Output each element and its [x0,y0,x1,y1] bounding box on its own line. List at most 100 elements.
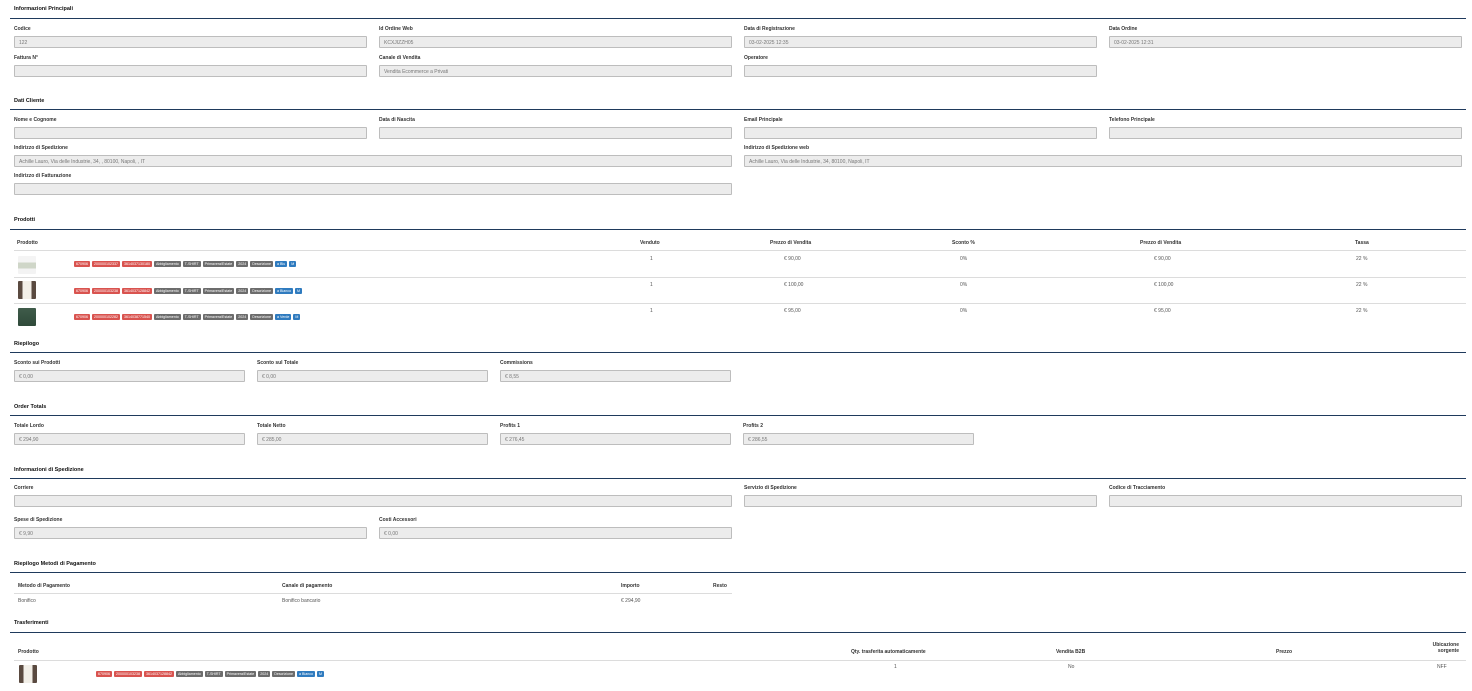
totale-netto-input[interactable]: € 285,00 [257,433,488,445]
field-label: Data di Nascita [379,117,415,123]
corriere-input[interactable] [14,495,732,507]
tag-taglia: M [293,314,301,320]
product-tags: 670906 200000102337 3614037130180 Abbigl… [74,261,297,267]
field-costi-accessori: Costi Accessori € 0,00 [379,516,732,539]
field-data-registrazione: Data di Registrazione 03-02-2025 12:35 [744,25,1097,48]
product-thumbnail[interactable] [18,256,36,274]
field-email: Email Principale [744,116,1097,139]
totale-lordo-input[interactable]: € 294,90 [14,433,245,445]
tag-categoria: Abbigliamento [153,314,181,320]
field-telefono: Telefono Principale [1109,116,1462,139]
codice-tracciamento-input[interactable] [1109,495,1462,507]
field-label: Totale Netto [257,423,286,429]
cell-prezzo-2: € 95,00 [1154,308,1171,314]
tag-taglia: M [317,671,325,677]
tag-anno: 2024 [236,261,249,267]
tag-codice: 670906 [96,671,112,677]
data-nascita-input[interactable] [379,127,732,139]
section-divider [10,352,1466,353]
cell-sconto: 0% [960,256,968,262]
tag-codice: 670906 [74,288,90,294]
field-operatore: Operatore [744,54,1097,77]
cell-venduto: 1 [650,308,653,314]
nome-cognome-input[interactable] [14,127,367,139]
data-ordine-input[interactable]: 03-02-2025 12:31 [1109,36,1462,48]
section-title-riepilogo: Riepilogo [14,341,40,347]
field-indirizzo-spedizione-web: Indirizzo di Spedizione web Achille Laur… [744,144,1462,167]
cell-ubicazione: NFF [1437,664,1447,670]
field-label: Commissions [500,360,533,366]
section-title-trasferimenti: Trasferimenti [14,620,49,626]
product-thumbnail[interactable] [19,665,37,683]
canale-vendita-input[interactable]: Vendita Ecommerce a Privati [379,65,732,77]
tag-anno: 2024 [236,314,249,320]
codice-input[interactable]: 122 [14,36,367,48]
costi-accessori-input[interactable]: € 0,00 [379,527,732,539]
cell-tassa: 22 % [1356,282,1368,288]
cell-tassa: 22 % [1356,256,1368,262]
profits-2-input[interactable]: € 286,55 [743,433,974,445]
sconto-prodotti-input[interactable]: € 0,00 [14,370,245,382]
field-canale-vendita: Canale di Vendita Vendita Ecommerce a Pr… [379,54,732,77]
field-label: Indirizzo di Spedizione [14,145,68,151]
tag-barcode: 200000103238 [114,671,142,677]
cell-venduto: 1 [650,256,653,262]
id-ordine-web-input[interactable]: KCXJIZZH05 [379,36,732,48]
indirizzo-spedizione-input[interactable]: Achille Lauro, Via delle Industrie, 34, … [14,155,732,167]
field-corriere: Corriere [14,484,732,507]
field-label: Data Ordine [1109,26,1138,32]
tag-anno: 2024 [236,288,249,294]
tag-tipo: T-SHIRT [182,314,201,320]
col-header-prodotto: Prodotto [17,240,38,246]
product-thumbnail[interactable] [18,281,36,299]
field-servizio-spedizione: Servizio di Spedizione [744,484,1097,507]
col-header-b2b: Vendita B2B [1056,649,1086,655]
section-divider [10,415,1466,416]
field-label: Corriere [14,485,34,491]
indirizzo-spedizione-web-input[interactable]: Achille Lauro, Via delle Industrie, 34, … [744,155,1462,167]
field-label: Operatore [744,55,768,61]
email-input[interactable] [744,127,1097,139]
tag-descrizione: Descrizione [250,314,274,320]
field-label: Id Ordine Web [379,26,413,32]
fattura-input[interactable] [14,65,367,77]
col-header-prodotto: Prodotto [18,649,39,655]
tag-codice: 670906 [74,314,90,320]
field-data-nascita: Data di Nascita [379,116,732,139]
tag-colore: a Bianco [297,671,316,677]
cell-metodo: Bonifico [18,598,36,604]
col-header-importo: Importo [621,583,640,589]
sconto-totale-input[interactable]: € 0,00 [257,370,488,382]
operatore-input[interactable] [744,65,1097,77]
data-registrazione-input[interactable]: 03-02-2025 12:35 [744,36,1097,48]
field-codice-tracciamento: Codice di Tracciamento [1109,484,1462,507]
field-label: Sconto sui Prodotti [14,360,61,366]
tag-colore: a Bianco [275,288,294,294]
field-profits-1: Profits 1 € 276,45 [500,422,731,445]
servizio-spedizione-input[interactable] [744,495,1097,507]
spese-spedizione-input[interactable]: € 9,90 [14,527,367,539]
commissions-input[interactable]: € 8,55 [500,370,731,382]
cell-sconto: 0% [960,308,968,314]
field-indirizzo-fatturazione: Indirizzo di Fatturazione [14,172,732,195]
section-divider [10,229,1466,230]
row-divider [14,277,1466,278]
tag-categoria: Abbigliamento [153,288,181,294]
indirizzo-fatturazione-input[interactable] [14,183,732,195]
col-header-metodo: Metodo di Pagamento [18,583,70,589]
col-header-ubicazione: Ubicazione sorgente [1427,642,1459,654]
cell-canale: Bonifico bancario [282,598,321,604]
field-label: Indirizzo di Spedizione web [744,145,810,151]
tag-tipo: T-SHIRT [182,261,201,267]
cell-tassa: 22 % [1356,308,1368,314]
profits-1-input[interactable]: € 276,45 [500,433,731,445]
field-label: Data di Registrazione [744,26,795,32]
product-thumbnail[interactable] [18,308,36,326]
col-header-canale: Canale di pagamento [282,583,333,589]
section-divider [10,18,1466,19]
tag-stagione: Primavera/Estate [202,288,235,294]
section-title-cliente: Dati Cliente [14,98,45,104]
table-divider [14,250,1466,251]
field-label: Nome e Cognome [14,117,57,123]
telefono-input[interactable] [1109,127,1462,139]
